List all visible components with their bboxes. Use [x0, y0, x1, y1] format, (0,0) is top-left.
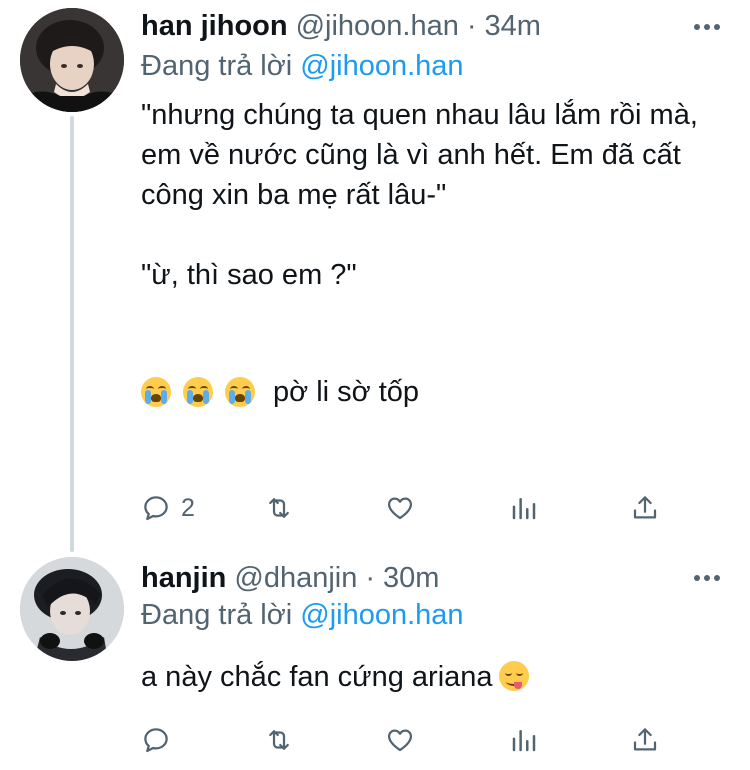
tweet-text: "nhưng chúng ta quen nhau lâu lắm rồi mà…: [141, 99, 698, 291]
like-button[interactable]: [385, 722, 415, 758]
analytics-button[interactable]: [509, 722, 539, 758]
tweet-emoji-line: pờ li sờ tốp: [141, 372, 419, 412]
retweet-icon: [269, 730, 289, 750]
reply-button[interactable]: 2: [141, 490, 195, 526]
retweet-button[interactable]: [264, 722, 294, 758]
user-handle[interactable]: @jihoon.han: [296, 8, 459, 44]
user-handle[interactable]: @dhanjin: [234, 560, 357, 596]
retweet-button[interactable]: [264, 490, 294, 526]
tweet-actions: [141, 722, 681, 758]
loudly-crying-face-icon: [183, 377, 213, 407]
heart-icon: [387, 729, 413, 752]
tweet[interactable]: hanjin @dhanjin · 30m Đang trả lời @jiho…: [0, 545, 750, 770]
separator-dot: ·: [365, 562, 376, 594]
replying-to: Đang trả lời @jihoon.han: [141, 48, 464, 84]
avatar-photo: [20, 8, 124, 112]
reply-count: 2: [181, 493, 195, 522]
share-button[interactable]: [630, 722, 660, 758]
reply-icon: [144, 496, 168, 521]
tweet-actions: 2: [141, 490, 681, 526]
tweet-header: han jihoon @jihoon.han · 34m: [141, 8, 541, 44]
replying-to: Đang trả lời @jihoon.han: [141, 597, 464, 633]
face-savoring-food-icon: [498, 661, 529, 691]
replying-to-label: Đang trả lời: [141, 599, 293, 631]
reply-icon: [144, 728, 168, 753]
tweet-text: a này chắc fan cứng ariana: [141, 661, 493, 693]
analytics-button[interactable]: [509, 490, 539, 526]
mention-link[interactable]: @jihoon.han: [300, 50, 463, 82]
tweet[interactable]: han jihoon @jihoon.han · 34m Đang trả lờ…: [0, 0, 750, 552]
tweet-text-container: a này chắc fan cứng ariana: [141, 657, 731, 697]
reply-button[interactable]: [141, 722, 171, 758]
more-options-icon[interactable]: [694, 24, 720, 30]
avatar-photo: [20, 557, 124, 661]
tweet-header: hanjin @dhanjin · 30m: [141, 560, 439, 596]
avatar[interactable]: [20, 557, 124, 661]
timestamp[interactable]: 34m: [485, 8, 541, 44]
separator-dot: ·: [466, 10, 477, 42]
avatar[interactable]: [20, 8, 124, 112]
analytics-icon: [512, 730, 536, 752]
loudly-crying-face-icon: [141, 377, 171, 407]
more-options-icon[interactable]: [694, 575, 720, 581]
heart-icon: [387, 497, 413, 520]
display-name[interactable]: han jihoon: [141, 8, 288, 44]
share-button[interactable]: [630, 490, 660, 526]
thread-connector-line: [70, 116, 74, 552]
retweet-icon: [269, 498, 289, 518]
loudly-crying-face-icon: [225, 377, 255, 407]
tweet-text-tail: pờ li sờ tốp: [273, 376, 420, 408]
like-button[interactable]: [385, 490, 415, 526]
timestamp[interactable]: 30m: [383, 560, 439, 596]
share-icon: [633, 728, 657, 751]
mention-link[interactable]: @jihoon.han: [300, 599, 463, 631]
display-name[interactable]: hanjin: [141, 560, 226, 596]
replying-to-label: Đang trả lời: [141, 50, 293, 82]
share-icon: [633, 496, 657, 519]
analytics-icon: [512, 498, 536, 520]
